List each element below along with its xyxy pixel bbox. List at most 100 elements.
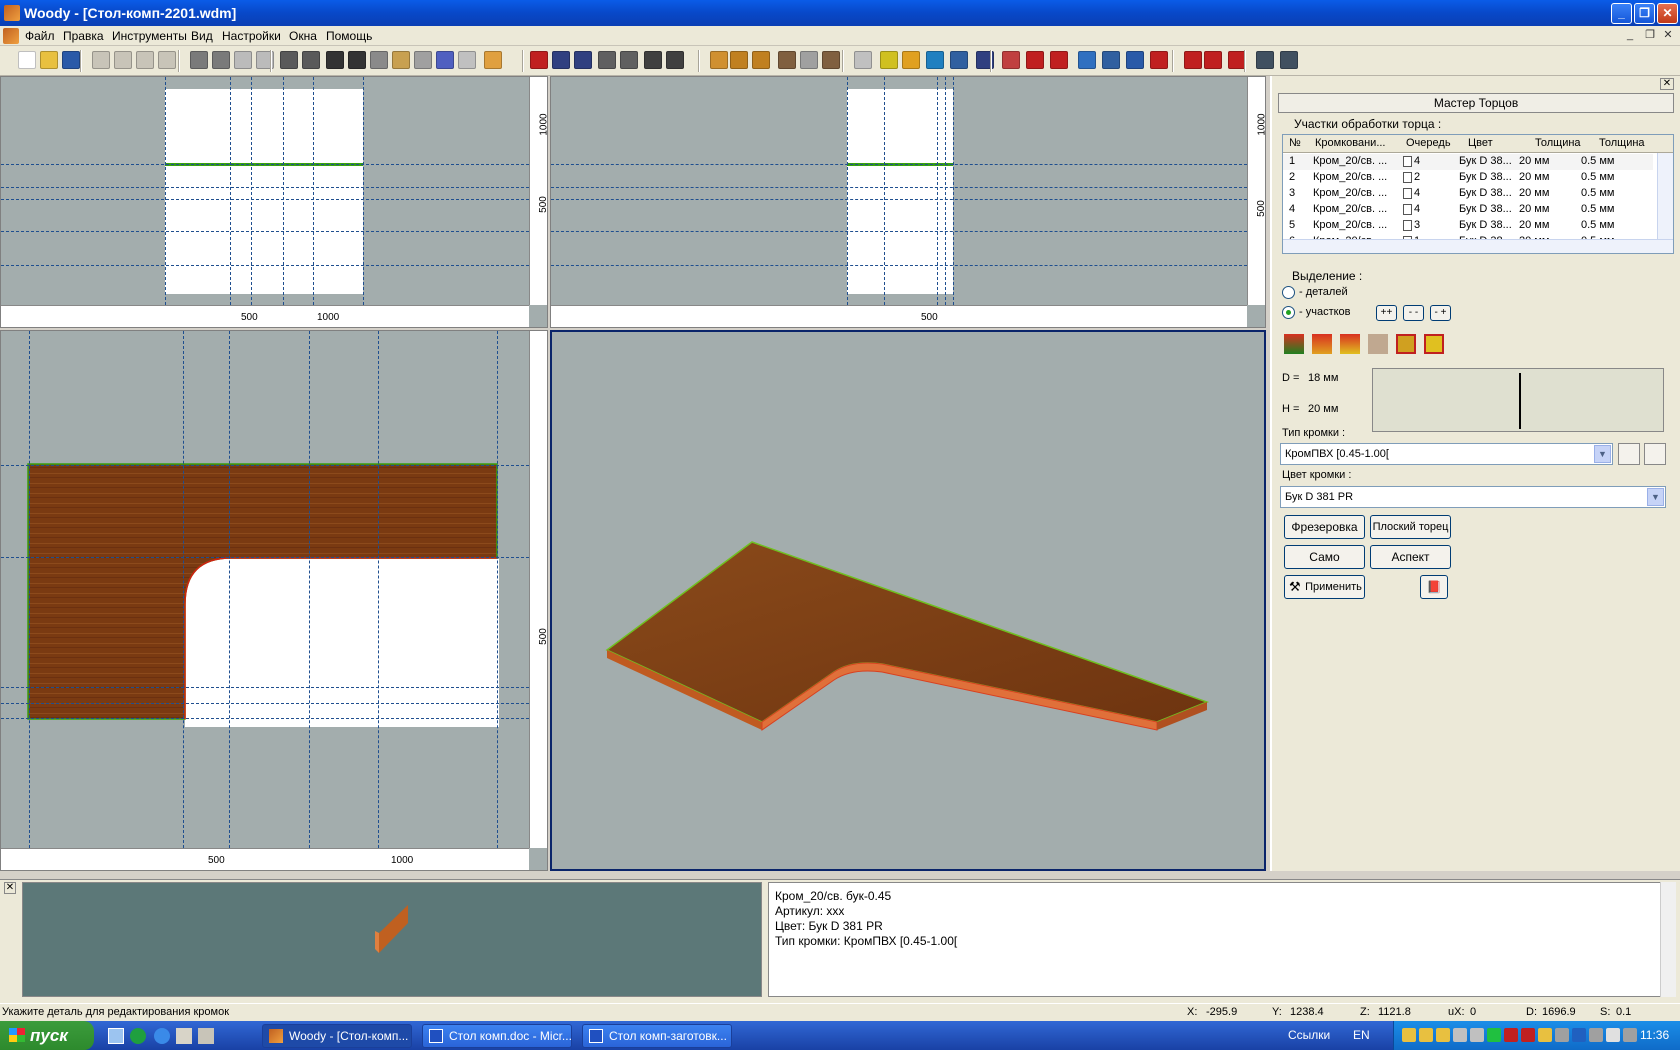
menu-file[interactable]: Файл	[25, 29, 55, 43]
info-scrollbar[interactable]	[1660, 882, 1676, 997]
col-header[interactable]: Очередь	[1406, 137, 1451, 149]
tray-icon[interactable]	[1470, 1028, 1484, 1042]
task-woody[interactable]: Woody - [Стол-комп...	[262, 1024, 412, 1048]
toolbar-button-icon[interactable]	[644, 51, 662, 69]
toolbar-button-icon[interactable]	[212, 51, 230, 69]
toolbar-button-icon[interactable]	[902, 51, 920, 69]
tray-icon[interactable]	[1419, 1028, 1433, 1042]
toolbar-button-icon[interactable]	[40, 51, 58, 69]
toolbar-button-icon[interactable]	[1256, 51, 1274, 69]
toolbar-button-icon[interactable]	[880, 51, 898, 69]
tray-icon[interactable]	[1504, 1028, 1518, 1042]
toolbar-button-icon[interactable]	[414, 51, 432, 69]
toolbar-button-icon[interactable]	[114, 51, 132, 69]
table-row[interactable]: 1 Кром_20/св. ... 4 Бук D 38... 20 мм 0.5 мм	[1283, 154, 1653, 170]
toolbar-button-icon[interactable]	[1150, 51, 1168, 69]
toolbar-button-icon[interactable]	[370, 51, 388, 69]
viewport-plan[interactable]: 500 500 1000	[0, 330, 548, 871]
toolbar-button-icon[interactable]	[620, 51, 638, 69]
menu-settings[interactable]: Настройки	[222, 29, 281, 43]
restore-icon[interactable]: ❐	[1634, 3, 1655, 24]
edge-type-tree-icon[interactable]	[1618, 443, 1640, 465]
col-header[interactable]: №	[1289, 137, 1301, 149]
table-row[interactable]: 5 Кром_20/св. ... 3 Бук D 38... 20 мм 0.5 мм	[1283, 218, 1653, 234]
edge-tool-3-icon[interactable]	[1340, 334, 1360, 354]
show-desktop-icon[interactable]	[108, 1028, 124, 1044]
col-header[interactable]: Цвет	[1468, 137, 1493, 149]
toolbar-button-icon[interactable]	[234, 51, 252, 69]
radio-details[interactable]	[1282, 286, 1295, 299]
links-toolbar[interactable]: Ссылки	[1288, 1028, 1330, 1042]
viewport-front[interactable]: 1000 500 500 1000	[0, 76, 548, 328]
table-row[interactable]: 3 Кром_20/св. ... 4 Бук D 38... 20 мм 0.5 мм	[1283, 186, 1653, 202]
edge-tool-5-icon[interactable]	[1396, 334, 1416, 354]
toolbar-button-icon[interactable]	[1102, 51, 1120, 69]
menu-view[interactable]: Вид	[191, 29, 213, 43]
toolbar-button-icon[interactable]	[666, 51, 684, 69]
aspect-button[interactable]: Аспект	[1370, 545, 1451, 569]
toolbar-button-icon[interactable]	[950, 51, 968, 69]
toolbar-button-icon[interactable]	[598, 51, 616, 69]
deselect-all-button[interactable]: - -	[1403, 305, 1424, 321]
close-icon[interactable]: ✕	[1657, 3, 1678, 24]
toolbar-button-icon[interactable]	[280, 51, 298, 69]
toolbar-button-icon[interactable]	[136, 51, 154, 69]
app-quicklaunch-icon[interactable]	[176, 1028, 192, 1044]
toolbar-button-icon[interactable]	[62, 51, 80, 69]
toolbar-button-icon[interactable]	[800, 51, 818, 69]
tray-icon[interactable]	[1623, 1028, 1637, 1042]
info-close-icon[interactable]: ✕	[4, 882, 16, 894]
mdi-minimize-icon[interactable]: _	[1622, 28, 1638, 42]
toolbar-button-icon[interactable]	[190, 51, 208, 69]
toolbar-button-icon[interactable]	[854, 51, 872, 69]
apply-button[interactable]: ⚒ Применить	[1284, 575, 1365, 599]
toolbar-button-icon[interactable]	[730, 51, 748, 69]
toolbar-button-icon[interactable]	[392, 51, 410, 69]
toolbar-button-icon[interactable]	[530, 51, 548, 69]
col-header[interactable]: Толщина	[1599, 137, 1645, 149]
toolbar-button-icon[interactable]	[710, 51, 728, 69]
viewport-side[interactable]: 1000 500 500	[550, 76, 1266, 328]
toolbar-button-icon[interactable]	[1050, 51, 1068, 69]
tray-icon[interactable]	[1436, 1028, 1450, 1042]
browser-icon[interactable]	[130, 1028, 146, 1044]
task-word-doc-2[interactable]: Стол комп-заготовк...	[582, 1024, 732, 1048]
menu-windows[interactable]: Окна	[289, 29, 317, 43]
language-indicator[interactable]: EN	[1353, 1028, 1370, 1042]
table-hscrollbar[interactable]	[1283, 239, 1673, 253]
toolbar-button-icon[interactable]	[1204, 51, 1222, 69]
toolbar-button-icon[interactable]	[18, 51, 36, 69]
clock[interactable]: 11:36	[1640, 1028, 1669, 1042]
start-button[interactable]: пуск	[0, 1021, 94, 1050]
toolbar-button-icon[interactable]	[778, 51, 796, 69]
chevron-down-icon[interactable]: ▼	[1647, 488, 1664, 506]
ie-icon[interactable]	[154, 1028, 170, 1044]
toolbar-button-icon[interactable]	[1184, 51, 1202, 69]
toolbar-button-icon[interactable]	[158, 51, 176, 69]
radio-segments[interactable]	[1282, 306, 1295, 319]
tray-icon[interactable]	[1487, 1028, 1501, 1042]
toolbar-button-icon[interactable]	[92, 51, 110, 69]
edge-type-select[interactable]: КромПВХ [0.45-1.00[ ▼	[1280, 443, 1613, 465]
tray-icon[interactable]	[1589, 1028, 1603, 1042]
edge-type-edit-icon[interactable]	[1644, 443, 1666, 465]
segments-table[interactable]: № Кромковани... Очередь Цвет Толщина Тол…	[1282, 134, 1674, 254]
toolbar-button-icon[interactable]	[348, 51, 366, 69]
tray-icon[interactable]	[1572, 1028, 1586, 1042]
edge-tool-6-icon[interactable]	[1424, 334, 1444, 354]
edge-tool-4-icon[interactable]	[1368, 334, 1388, 354]
tray-icon[interactable]	[1555, 1028, 1569, 1042]
chevron-down-icon[interactable]: ▼	[1594, 445, 1611, 463]
table-vscrollbar[interactable]	[1657, 153, 1673, 239]
toolbar-button-icon[interactable]	[752, 51, 770, 69]
toolbar-button-icon[interactable]	[574, 51, 592, 69]
toolbar-button-icon[interactable]	[552, 51, 570, 69]
col-header[interactable]: Кромковани...	[1315, 137, 1386, 149]
viewport-3d[interactable]	[550, 330, 1266, 871]
app-quicklaunch-icon[interactable]	[198, 1028, 214, 1044]
tray-icon[interactable]	[1521, 1028, 1535, 1042]
toolbar-button-icon[interactable]	[436, 51, 454, 69]
tray-icon[interactable]	[1538, 1028, 1552, 1042]
task-word-doc[interactable]: Стол комп.doc - Micr...	[422, 1024, 572, 1048]
toolbar-button-icon[interactable]	[302, 51, 320, 69]
